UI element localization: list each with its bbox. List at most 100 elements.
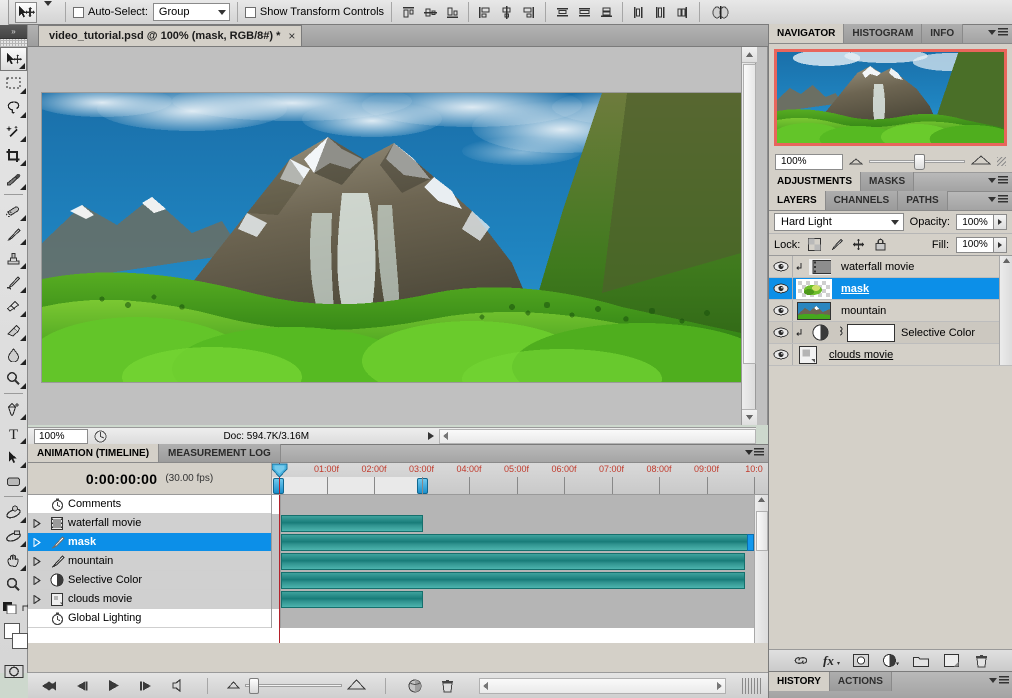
adjustments-panel-menu-icon[interactable]: [988, 176, 1008, 184]
track-timeline-cell[interactable]: [272, 551, 768, 571]
work-area-bar[interactable]: [272, 477, 422, 494]
navigator-zoom-slider[interactable]: [848, 154, 1006, 170]
track-label-cell[interactable]: Comments: [28, 495, 272, 514]
history-panel-menu-icon[interactable]: [989, 676, 1009, 684]
tab-navigator[interactable]: NAVIGATOR: [769, 24, 845, 43]
layer-thumbnail[interactable]: [797, 301, 831, 320]
mask-link-icon[interactable]: [835, 324, 845, 341]
track-label-cell[interactable]: clouds movie: [28, 589, 272, 609]
tool-dodge[interactable]: [0, 366, 27, 390]
zoom-level-field[interactable]: 100%: [34, 428, 88, 444]
zoom-slider-track[interactable]: [245, 678, 342, 694]
align-top-edges-icon[interactable]: [399, 3, 418, 22]
tab-info[interactable]: INFO: [922, 24, 964, 43]
tab-histogram[interactable]: HISTOGRAM: [844, 24, 923, 43]
playhead-marker[interactable]: [272, 463, 288, 478]
navigator-slider-thumb[interactable]: [914, 154, 925, 170]
timeline-track-row[interactable]: clouds movie: [28, 589, 768, 609]
zoom-out-small-mountain-icon[interactable]: [848, 156, 864, 168]
timeline-zoom-slider[interactable]: [226, 678, 367, 694]
lock-position-icon[interactable]: [851, 237, 866, 252]
align-bottom-edges-icon[interactable]: [443, 3, 462, 22]
tool-brush[interactable]: [0, 222, 27, 246]
document-profile-icon[interactable]: [90, 429, 110, 444]
step-back-frame-icon[interactable]: [72, 676, 92, 696]
tab-masks[interactable]: MASKS: [861, 172, 915, 191]
default-colors-icon[interactable]: [3, 602, 17, 617]
delete-layer-icon[interactable]: [973, 652, 990, 669]
scroll-up-icon[interactable]: [742, 47, 757, 63]
distribute-right-edges-icon[interactable]: [673, 3, 692, 22]
timecode-display[interactable]: 0:00:00:00 (30.00 fps): [28, 463, 272, 495]
layer-visibility-eye-icon[interactable]: [769, 322, 793, 343]
new-adjustment-layer-icon[interactable]: [882, 652, 900, 669]
track-label-cell[interactable]: Selective Color: [28, 570, 272, 590]
tool-preset-picker[interactable]: [9, 0, 58, 25]
audio-icon[interactable]: [168, 676, 188, 696]
timeline-scroll-thumb[interactable]: [756, 511, 768, 551]
navigator-panel-menu-icon[interactable]: [988, 28, 1008, 36]
track-duration-bar[interactable]: [281, 514, 423, 532]
background-color-swatch[interactable]: [12, 633, 28, 649]
play-icon[interactable]: [104, 676, 124, 696]
layer-thumbnail[interactable]: [797, 345, 819, 364]
track-disclosure-triangle-icon[interactable]: [28, 518, 46, 528]
lock-all-icon[interactable]: [873, 237, 888, 252]
track-disclosure-triangle-icon[interactable]: [28, 556, 46, 566]
opacity-stepper-icon[interactable]: [994, 214, 1007, 230]
onion-skin-icon[interactable]: [405, 676, 425, 696]
track-disclosure-triangle-icon[interactable]: [28, 575, 46, 585]
tool-gradient[interactable]: [0, 318, 27, 342]
track-disclosure-triangle-icon[interactable]: [28, 594, 46, 604]
distribute-top-edges-icon[interactable]: [553, 3, 572, 22]
panel-resize-grip[interactable]: [742, 677, 762, 694]
tool-pen[interactable]: [0, 397, 27, 421]
tool-path-selection[interactable]: [0, 445, 27, 469]
layer-mask-thumbnail[interactable]: [847, 323, 895, 342]
scroll-down-icon[interactable]: [742, 409, 757, 425]
tool-history-brush[interactable]: [0, 270, 27, 294]
layer-style-fx-icon[interactable]: fx: [823, 652, 840, 669]
timeline-ruler[interactable]: 01:00f 02:00f 03:00f 04:00f 05:00f 06:00f 07:0…: [272, 463, 768, 495]
link-layers-icon[interactable]: [793, 652, 810, 669]
track-duration-bar[interactable]: [281, 533, 754, 551]
tool-magic-wand[interactable]: [0, 119, 27, 143]
tool-clone-stamp[interactable]: [0, 246, 27, 270]
layers-vertical-scrollbar[interactable]: [999, 256, 1012, 365]
fill-value[interactable]: 100%: [956, 236, 994, 253]
blend-mode-dropdown[interactable]: Hard Light: [774, 213, 904, 231]
delete-keyframes-icon[interactable]: [437, 676, 457, 696]
canvas-horizontal-scrollbar[interactable]: [438, 428, 756, 444]
auto-select-dropdown[interactable]: Group: [152, 3, 230, 21]
tool-rounded-rectangle[interactable]: [0, 469, 27, 493]
timeline-track-row[interactable]: Comments: [28, 495, 768, 514]
tab-measurement-log[interactable]: MEASUREMENT LOG: [159, 444, 281, 462]
rewind-to-start-icon[interactable]: [40, 676, 60, 696]
lock-transparent-pixels-icon[interactable]: [807, 237, 822, 252]
canvas-area[interactable]: [28, 47, 768, 425]
timeline-track-row[interactable]: mountain: [28, 551, 768, 571]
align-right-edges-icon[interactable]: [519, 3, 538, 22]
layer-row[interactable]: waterfall movie: [769, 256, 1012, 278]
distribute-vertical-centers-icon[interactable]: [575, 3, 594, 22]
layer-row[interactable]: clouds movie: [769, 344, 1012, 366]
layer-visibility-eye-icon[interactable]: [769, 256, 793, 277]
navigator-resize-grip[interactable]: [997, 157, 1006, 166]
track-timeline-cell[interactable]: [272, 570, 768, 590]
canvas-vertical-scrollbar[interactable]: [741, 47, 757, 425]
add-layer-mask-icon[interactable]: [853, 652, 870, 669]
timeline-horizontal-scrollbar[interactable]: [479, 677, 726, 694]
track-label-cell[interactable]: mask: [28, 532, 272, 552]
close-icon[interactable]: ×: [288, 29, 295, 43]
layer-visibility-eye-icon[interactable]: [769, 278, 793, 299]
tab-adjustments[interactable]: ADJUSTMENTS: [769, 172, 862, 191]
tool-eraser[interactable]: [0, 294, 27, 318]
canvas-scroll-thumb[interactable]: [743, 64, 756, 364]
layer-row[interactable]: Selective Color: [769, 322, 1012, 344]
animation-panel-menu-icon[interactable]: [745, 448, 764, 456]
distribute-horizontal-centers-icon[interactable]: [651, 3, 670, 22]
tab-history[interactable]: HISTORY: [769, 672, 830, 691]
track-timeline-cell[interactable]: [272, 513, 768, 533]
toolbox-collapse-handle[interactable]: »: [0, 25, 27, 39]
layer-row[interactable]: mask: [769, 278, 1012, 300]
